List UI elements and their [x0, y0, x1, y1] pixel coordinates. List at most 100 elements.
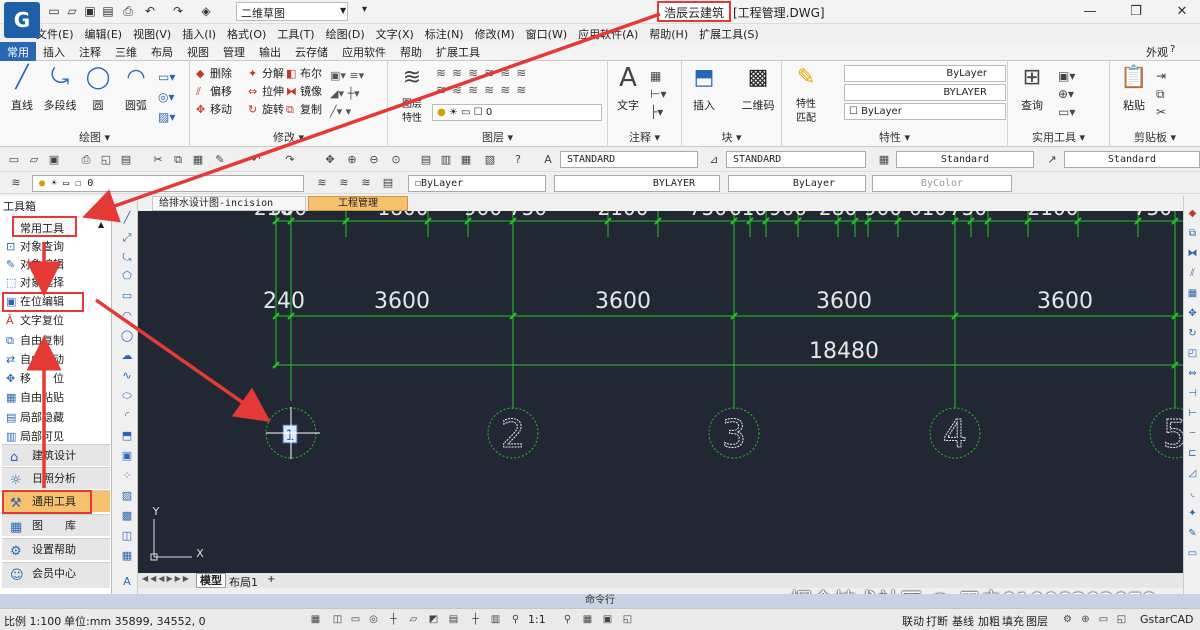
command-line[interactable]: 命令行: [0, 594, 1200, 608]
paste-icon[interactable]: ▦: [190, 152, 206, 168]
category-settings-help[interactable]: ⚙ 设置帮助: [2, 538, 110, 560]
boolean-tool[interactable]: ◧ 布尔: [286, 65, 322, 83]
insert-block-tool[interactable]: ⬒ 插入: [684, 63, 724, 113]
redo-icon[interactable]: ↷: [282, 152, 298, 168]
ellipse-arc-icon[interactable]: ◜: [119, 408, 135, 424]
scale-icon[interactable]: ◰: [1185, 346, 1200, 361]
fullscreen-icon[interactable]: ◱: [620, 612, 635, 627]
save-icon[interactable]: ▣: [46, 152, 62, 168]
match-icon[interactable]: ✎: [212, 152, 228, 168]
help-icon[interactable]: ?: [510, 152, 526, 168]
tab-extensions[interactable]: 扩展工具: [429, 42, 487, 61]
paste-tool[interactable]: 📋 粘贴: [1114, 63, 1154, 113]
erase-icon[interactable]: ◆: [1185, 206, 1200, 221]
print-icon[interactable]: ⎙: [120, 3, 136, 19]
dim-style-select[interactable]: STANDARD: [726, 151, 866, 168]
ellipse-icon[interactable]: ⬭: [119, 388, 135, 404]
color-select[interactable]: ByLayer: [844, 65, 1006, 82]
copy-icon[interactable]: ⧉: [170, 152, 186, 168]
explode-tool[interactable]: ✦ 分解: [248, 65, 284, 83]
doc-tab-drainage[interactable]: 给排水设计图-incision: [152, 196, 306, 211]
point-icon[interactable]: ⁘: [119, 468, 135, 484]
mtext-icon[interactable]: A: [119, 574, 135, 590]
lwt-icon[interactable]: ┼: [468, 612, 483, 627]
copy-icon[interactable]: ⧉: [1185, 226, 1200, 241]
mirror-icon[interactable]: ⧓: [1185, 246, 1200, 261]
tab-3d[interactable]: 三维: [108, 42, 144, 61]
clipboard-more-icons[interactable]: ⇥ ⧉ ✂: [1156, 67, 1166, 121]
modify-more-icons[interactable]: ▣▾ ≡▾ ◢▾ ┼▾ ╱▾ ▾: [330, 67, 384, 121]
drawing-svg[interactable]: 2163001800900750210075061090028090061075…: [138, 211, 1183, 573]
close-icon[interactable]: ✕: [1172, 3, 1192, 21]
toolbox-item-shift[interactable]: ✥ 移 位: [6, 369, 64, 388]
linetype-select[interactable]: BYLAYER: [844, 84, 1006, 101]
array-icon[interactable]: ▦: [1185, 286, 1200, 301]
arc-icon[interactable]: ◠: [119, 308, 135, 324]
toolbox-item-object-edit[interactable]: ✎ 对象编辑: [6, 255, 64, 274]
layout-nav-arrows[interactable]: ◀◀◀▶▶▶: [142, 574, 191, 583]
doc-tab-project[interactable]: 工程管理: [308, 196, 408, 211]
layer-select[interactable]: ● ☀ ▭ ☐ 0: [432, 104, 602, 121]
dyn-icon[interactable]: ▤: [446, 612, 461, 627]
draw-more-icons[interactable]: ▭▾ ◎▾ ▨▾: [158, 67, 186, 127]
toolbox-item-object-select[interactable]: ⬚ 对象选择: [6, 273, 64, 292]
copy-tool[interactable]: ⧉ 复制: [286, 101, 322, 119]
toolbox-item-free-copy[interactable]: ⧉ 自由复制: [6, 331, 64, 350]
tab-cloud[interactable]: 云存储: [288, 42, 335, 61]
region-icon[interactable]: ◫: [119, 528, 135, 544]
toggle-break[interactable]: 打断: [926, 613, 948, 629]
menu-text[interactable]: 文字(X): [376, 26, 414, 42]
undo-icon[interactable]: ↶: [142, 3, 158, 19]
layer-tool-icons[interactable]: ≋≋≋≋≋≋ ≋≋≋≋≋≋: [436, 65, 606, 99]
toggle-fill[interactable]: 填充: [1002, 613, 1024, 629]
tab-model[interactable]: 模型: [196, 573, 226, 588]
toolbox-close-icon[interactable]: ✕: [98, 199, 106, 209]
chevron-down-icon[interactable]: ▼: [340, 6, 346, 15]
chamfer-icon[interactable]: ◿: [1185, 466, 1200, 481]
more-icon[interactable]: ▭: [1185, 546, 1200, 561]
toggle-bold[interactable]: 加粗: [978, 613, 1000, 629]
category-member-center[interactable]: ☺ 会员中心: [2, 562, 110, 588]
lineweight-select[interactable]: ☐ ByLayer: [844, 103, 1006, 120]
chevron-up-icon[interactable]: ▲: [98, 220, 104, 229]
tab-annotate[interactable]: 注释: [72, 42, 108, 61]
color-select[interactable]: ☐ByLayer: [408, 175, 546, 192]
drawing-canvas[interactable]: 2163001800900750210075061090028090061075…: [138, 211, 1183, 573]
redo-icon[interactable]: ↷: [170, 3, 186, 19]
preview-icon[interactable]: ◱: [98, 152, 114, 168]
tab-layout1[interactable]: 布局1: [229, 574, 258, 590]
menu-edit[interactable]: 编辑(E): [85, 26, 123, 42]
circle-tool[interactable]: ◯ 圆: [78, 63, 118, 113]
line-icon[interactable]: ╱: [119, 210, 135, 226]
tool-palette-icon[interactable]: ▦: [458, 152, 474, 168]
ducs-icon[interactable]: ◩: [426, 612, 441, 627]
circle-icon[interactable]: ◯: [119, 328, 135, 344]
zoom-realtime-icon[interactable]: ⊕: [344, 152, 360, 168]
current-layer-select[interactable]: ● ☀ ▭ ☐ 0: [32, 175, 304, 192]
tab-help[interactable]: 帮助: [393, 42, 429, 61]
saveas-icon[interactable]: ▤: [100, 3, 116, 19]
rectangle-icon[interactable]: ▭: [119, 288, 135, 304]
calculator-icon[interactable]: ▧: [482, 152, 498, 168]
osnap-icon[interactable]: ┼: [386, 612, 401, 627]
new-icon[interactable]: ▭: [46, 3, 62, 19]
print-icon[interactable]: ⎙: [78, 152, 94, 168]
grid-icon[interactable]: ▦: [308, 612, 323, 627]
add-layout-button[interactable]: +: [267, 574, 275, 585]
tab-manage[interactable]: 管理: [216, 42, 252, 61]
table-icon[interactable]: ▦: [119, 548, 135, 564]
category-architecture-design[interactable]: ⌂ 建筑设计: [2, 444, 110, 466]
ortho-icon[interactable]: ▭: [348, 612, 363, 627]
tab-output[interactable]: 输出: [252, 42, 288, 61]
edit-icon[interactable]: ✎: [1185, 526, 1200, 541]
cut-icon[interactable]: ✂: [150, 152, 166, 168]
make-current-icon[interactable]: ≋: [314, 175, 330, 191]
annotate-more-icons[interactable]: ▦ ⊢▾ ├▾: [650, 67, 666, 121]
toolbox-item-free-move[interactable]: ⇄ 自由移动: [6, 350, 64, 369]
properties-icon[interactable]: ▤: [418, 152, 434, 168]
zoom-previous-icon[interactable]: ⊙: [388, 152, 404, 168]
query-tool[interactable]: ⊞ 查询: [1012, 63, 1052, 113]
tab-layout[interactable]: 布局: [144, 42, 180, 61]
fillet-icon[interactable]: ◟: [1185, 486, 1200, 501]
move-tool[interactable]: ✥ 移动: [196, 101, 232, 119]
